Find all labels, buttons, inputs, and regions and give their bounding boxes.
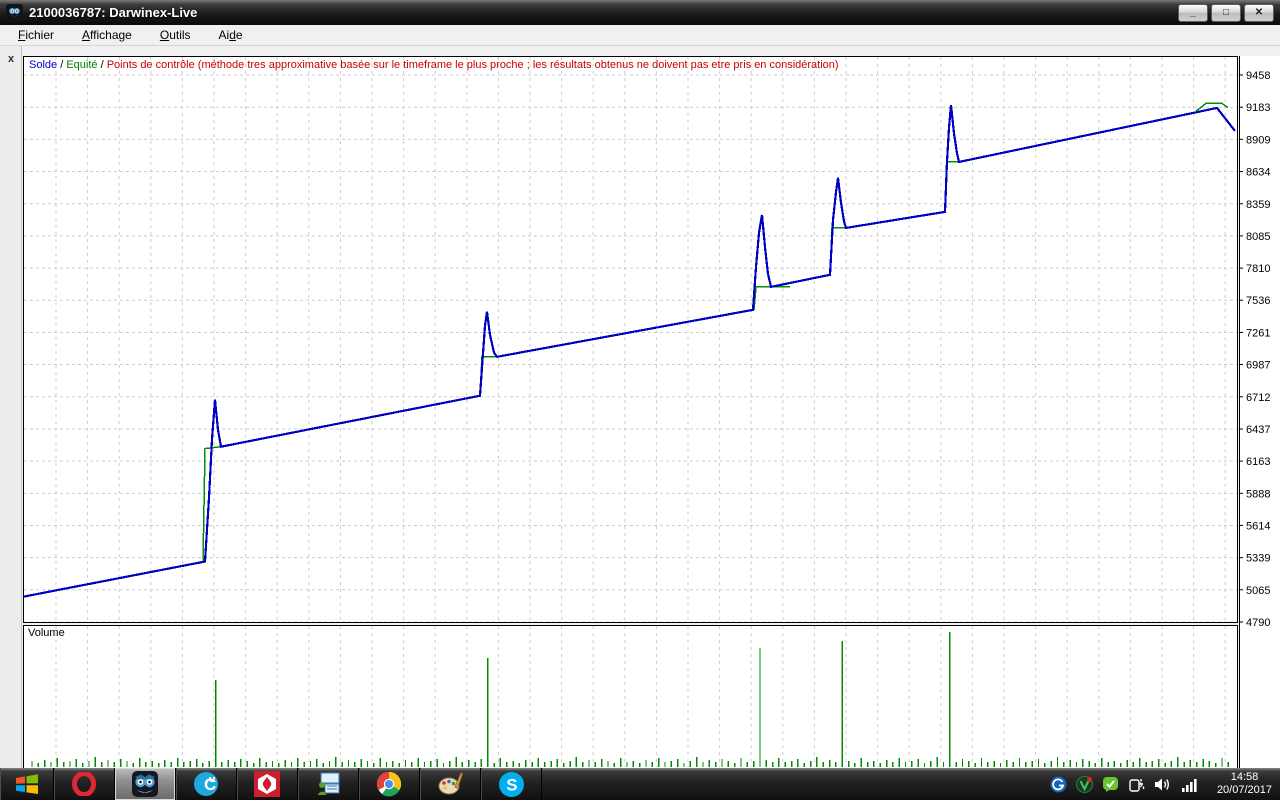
shield-icon[interactable]: [1075, 775, 1093, 793]
menu-bar: Fichier Affichage Outils Aide: [0, 25, 1280, 46]
blue-c-icon: C: [194, 772, 218, 796]
axis-label: 6163: [1246, 456, 1270, 468]
panel-close-icon[interactable]: x: [4, 52, 18, 66]
axis-label: 9458: [1246, 70, 1270, 82]
volume-title: Volume: [28, 627, 65, 639]
legend-controle: Points de contrôle (méthode tres approxi…: [106, 59, 839, 71]
balance-chart-panel[interactable]: Solde / Equité / Points de contrôle (mét…: [23, 56, 1238, 623]
dock-strip: x: [0, 46, 22, 768]
network-signal-icon[interactable]: [1181, 776, 1200, 793]
taskbar-app-skype[interactable]: S: [481, 768, 542, 800]
legend-separator: /: [57, 59, 67, 71]
taskbar-app-script[interactable]: [298, 768, 359, 800]
windows-logo-icon: [15, 774, 38, 794]
skype-icon: S: [498, 771, 524, 797]
chrome-icon: [376, 772, 402, 797]
blue-g-icon[interactable]: [1050, 776, 1067, 793]
taskbar-app-opera[interactable]: [54, 768, 115, 800]
taskbar-app-paint[interactable]: [420, 768, 481, 800]
app-owl-icon: [6, 4, 23, 21]
svg-text:S: S: [506, 775, 517, 794]
minimize-button[interactable]: _: [1178, 3, 1208, 22]
power-plug-icon[interactable]: [1128, 776, 1145, 793]
desktop: 2100036787: Darwinex-Live _ □ ✕ Fichier …: [0, 0, 1280, 800]
axis-label: 7536: [1246, 295, 1270, 307]
legend-equite: Equité: [66, 59, 98, 71]
balance-plot[interactable]: [24, 57, 1237, 622]
green-check-icon[interactable]: [1102, 776, 1119, 793]
menu-fichier[interactable]: Fichier: [8, 26, 64, 44]
taskbar-app-blue-c[interactable]: C: [176, 768, 237, 800]
price-axis-scale[interactable]: 9458 9183 8909 8634 8359 8085 7810 7536 7261 6987…: [1239, 56, 1280, 768]
chart-legend: Solde / Equité / Points de contrôle (mét…: [29, 59, 839, 71]
taskbar: C S 14:58 20/07/2017: [0, 768, 1280, 800]
opera-icon: [72, 772, 96, 796]
red-emblem-icon: [254, 771, 280, 797]
maximize-button[interactable]: □: [1211, 3, 1241, 22]
legend-separator: /: [97, 59, 107, 71]
axis-label: 8634: [1246, 167, 1270, 179]
menu-aide[interactable]: Aide: [209, 26, 253, 44]
legend-solde: Solde: [29, 59, 58, 71]
volume-plot[interactable]: [24, 626, 1237, 767]
axis-label: 7261: [1246, 327, 1270, 339]
tray-clock[interactable]: 14:58 20/07/2017: [1209, 771, 1272, 797]
close-button[interactable]: ✕: [1244, 3, 1274, 22]
axis-label: 8085: [1246, 231, 1270, 243]
axis-label: 8359: [1246, 199, 1270, 211]
equity-line: [753, 286, 790, 310]
darwinex-owl-icon: [132, 771, 158, 797]
system-tray: 14:58 20/07/2017: [1050, 768, 1280, 800]
menu-affichage[interactable]: Affichage: [72, 26, 142, 44]
price-axis[interactable]: 9458 9183 8909 8634 8359 8085 7810 7536 7261 6987…: [1239, 56, 1280, 768]
start-button[interactable]: [0, 768, 54, 800]
title-bar: 2100036787: Darwinex-Live _ □ ✕: [0, 0, 1280, 25]
axis-label: 5339: [1246, 553, 1270, 565]
axis-label: 5888: [1246, 488, 1270, 500]
taskbar-app-chrome[interactable]: [359, 768, 420, 800]
axis-label: 6987: [1246, 360, 1270, 372]
taskbar-app-darwinex[interactable]: [115, 768, 176, 800]
axis-label: 5065: [1246, 585, 1270, 597]
script-windows-icon: [317, 772, 340, 795]
axis-label: 7810: [1246, 263, 1270, 275]
paint-palette-icon: [438, 772, 463, 795]
balance-line: [24, 104, 1236, 598]
menu-outils[interactable]: Outils: [150, 26, 201, 44]
axis-label: 6712: [1246, 392, 1270, 404]
axis-label: 4790: [1246, 617, 1270, 629]
axis-label: 5614: [1246, 520, 1270, 532]
speaker-icon[interactable]: [1154, 776, 1172, 793]
axis-label: 6437: [1246, 424, 1270, 436]
clock-time: 14:58: [1230, 771, 1259, 783]
clock-date: 20/07/2017: [1216, 784, 1272, 796]
axis-label: 9183: [1246, 102, 1270, 114]
axis-label: 8909: [1246, 134, 1270, 146]
volume-panel[interactable]: Volume: [23, 625, 1238, 768]
taskbar-app-red[interactable]: [237, 768, 298, 800]
window-title: 2100036787: Darwinex-Live: [29, 5, 198, 20]
